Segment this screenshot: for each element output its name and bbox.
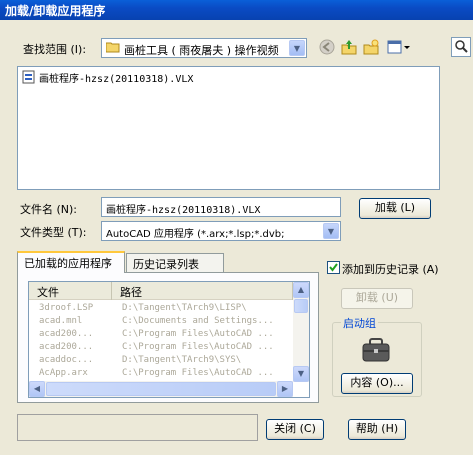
chevron-down-icon[interactable]: ▼ [323, 223, 339, 239]
row-path: C:\Program Files\AutoCAD ... [122, 368, 274, 378]
scroll-left-icon[interactable]: ◀ [29, 381, 45, 397]
tab-loaded-apps[interactable]: 已加载的应用程序 [17, 251, 125, 273]
scroll-thumb[interactable] [294, 299, 308, 313]
list-header: 文件 路径 [29, 282, 293, 300]
row-path: D:\Tangent\TArch9\LISP\ [122, 303, 247, 313]
filename-label: 文件名 (N): [20, 203, 78, 216]
up-folder-icon[interactable] [340, 39, 358, 57]
row-file: 3droof.LSP [39, 303, 94, 313]
lookin-combo[interactable]: 画桩工具 ( 雨夜屠夫 ) 操作视频 ▼ [101, 38, 307, 58]
scroll-right-icon[interactable]: ▶ [277, 381, 293, 397]
folder-icon [105, 41, 120, 53]
tab-history-list[interactable]: 历史记录列表 [126, 253, 224, 273]
table-row[interactable]: acaddoc... D:\Tangent\TArch9\SYS\ [29, 355, 293, 367]
briefcase-icon[interactable] [361, 337, 391, 363]
close-button[interactable]: 关闭 (C) [266, 419, 324, 440]
unload-button[interactable]: 卸载 (U) [341, 288, 413, 309]
lookin-value: 画桩工具 ( 雨夜屠夫 ) 操作视频 [124, 44, 279, 57]
row-path: C:\Program Files\AutoCAD ... [122, 342, 274, 352]
help-button[interactable]: 帮助 (H) [348, 419, 406, 440]
filetype-value: AutoCAD 应用程序 (*.arx;*.lsp;*.dvb; [106, 229, 285, 240]
file-list[interactable]: 画桩程序-hzsz(20110318).VLX [17, 66, 440, 190]
scroll-thumb[interactable] [46, 382, 276, 396]
add-history-label: 添加到历史记录 (A) [342, 263, 439, 276]
chevron-down-icon[interactable]: ▼ [289, 40, 305, 56]
filename-field[interactable]: 画桩程序-hzsz(20110318).VLX [101, 197, 341, 217]
back-arrow-icon[interactable] [318, 39, 336, 57]
load-button[interactable]: 加载 (L) [359, 198, 431, 219]
row-file: AcApp.arx [39, 368, 88, 378]
magnifier-icon[interactable] [451, 37, 471, 57]
horizontal-scrollbar[interactable]: ◀ ▶ [29, 381, 293, 397]
table-row[interactable]: 3droof.LSP D:\Tangent\TArch9\LISP\ [29, 303, 293, 315]
startup-group-label: 启动组 [341, 315, 378, 331]
scroll-down-icon[interactable]: ▼ [293, 366, 309, 382]
loaded-apps-list[interactable]: 文件 路径 3droof.LSP D:\Tangent\TArch9\LISP\… [28, 281, 310, 398]
contents-button[interactable]: 内容 (O)... [341, 373, 413, 394]
column-file[interactable]: 文件 [29, 282, 112, 300]
table-row[interactable]: acad200... C:\Program Files\AutoCAD ... [29, 342, 293, 354]
filename-value: 画桩程序-hzsz(20110318).VLX [106, 205, 261, 216]
lookin-label: 查找范围 (I): [23, 43, 87, 56]
loaded-apps-panel: 文件 路径 3droof.LSP D:\Tangent\TArch9\LISP\… [17, 272, 319, 403]
table-row[interactable]: acad200... C:\Program Files\AutoCAD ... [29, 329, 293, 341]
table-row[interactable]: AcApp.arx C:\Program Files\AutoCAD ... [29, 368, 293, 380]
table-row[interactable]: acad.mnl C:\Documents and Settings... [29, 316, 293, 328]
row-path: C:\Program Files\AutoCAD ... [122, 329, 274, 339]
vertical-scrollbar[interactable]: ▲ ▼ [293, 282, 309, 382]
new-folder-icon[interactable] [362, 39, 380, 57]
startup-group: 启动组 内容 (O)... [332, 315, 422, 397]
window-title: 加载/卸载应用程序 [0, 0, 473, 20]
scroll-up-icon[interactable]: ▲ [293, 282, 309, 298]
row-path: C:\Documents and Settings... [122, 316, 274, 326]
vlx-file-icon [22, 70, 36, 84]
row-file: acad200... [39, 342, 94, 352]
row-file: acad.mnl [39, 316, 83, 326]
checkbox-check-icon[interactable] [327, 261, 340, 274]
filetype-label: 文件类型 (T): [20, 226, 87, 239]
row-path: D:\Tangent\TArch9\SYS\ [122, 355, 242, 365]
row-file: acaddoc... [39, 355, 94, 365]
views-menu-icon[interactable] [386, 39, 412, 57]
file-name: 画桩程序-hzsz(20110318).VLX [39, 74, 194, 85]
column-path[interactable]: 路径 [112, 282, 293, 300]
row-file: acad200... [39, 329, 94, 339]
filetype-combo[interactable]: AutoCAD 应用程序 (*.arx;*.lsp;*.dvb; ▼ [101, 221, 341, 241]
status-box [17, 414, 258, 441]
